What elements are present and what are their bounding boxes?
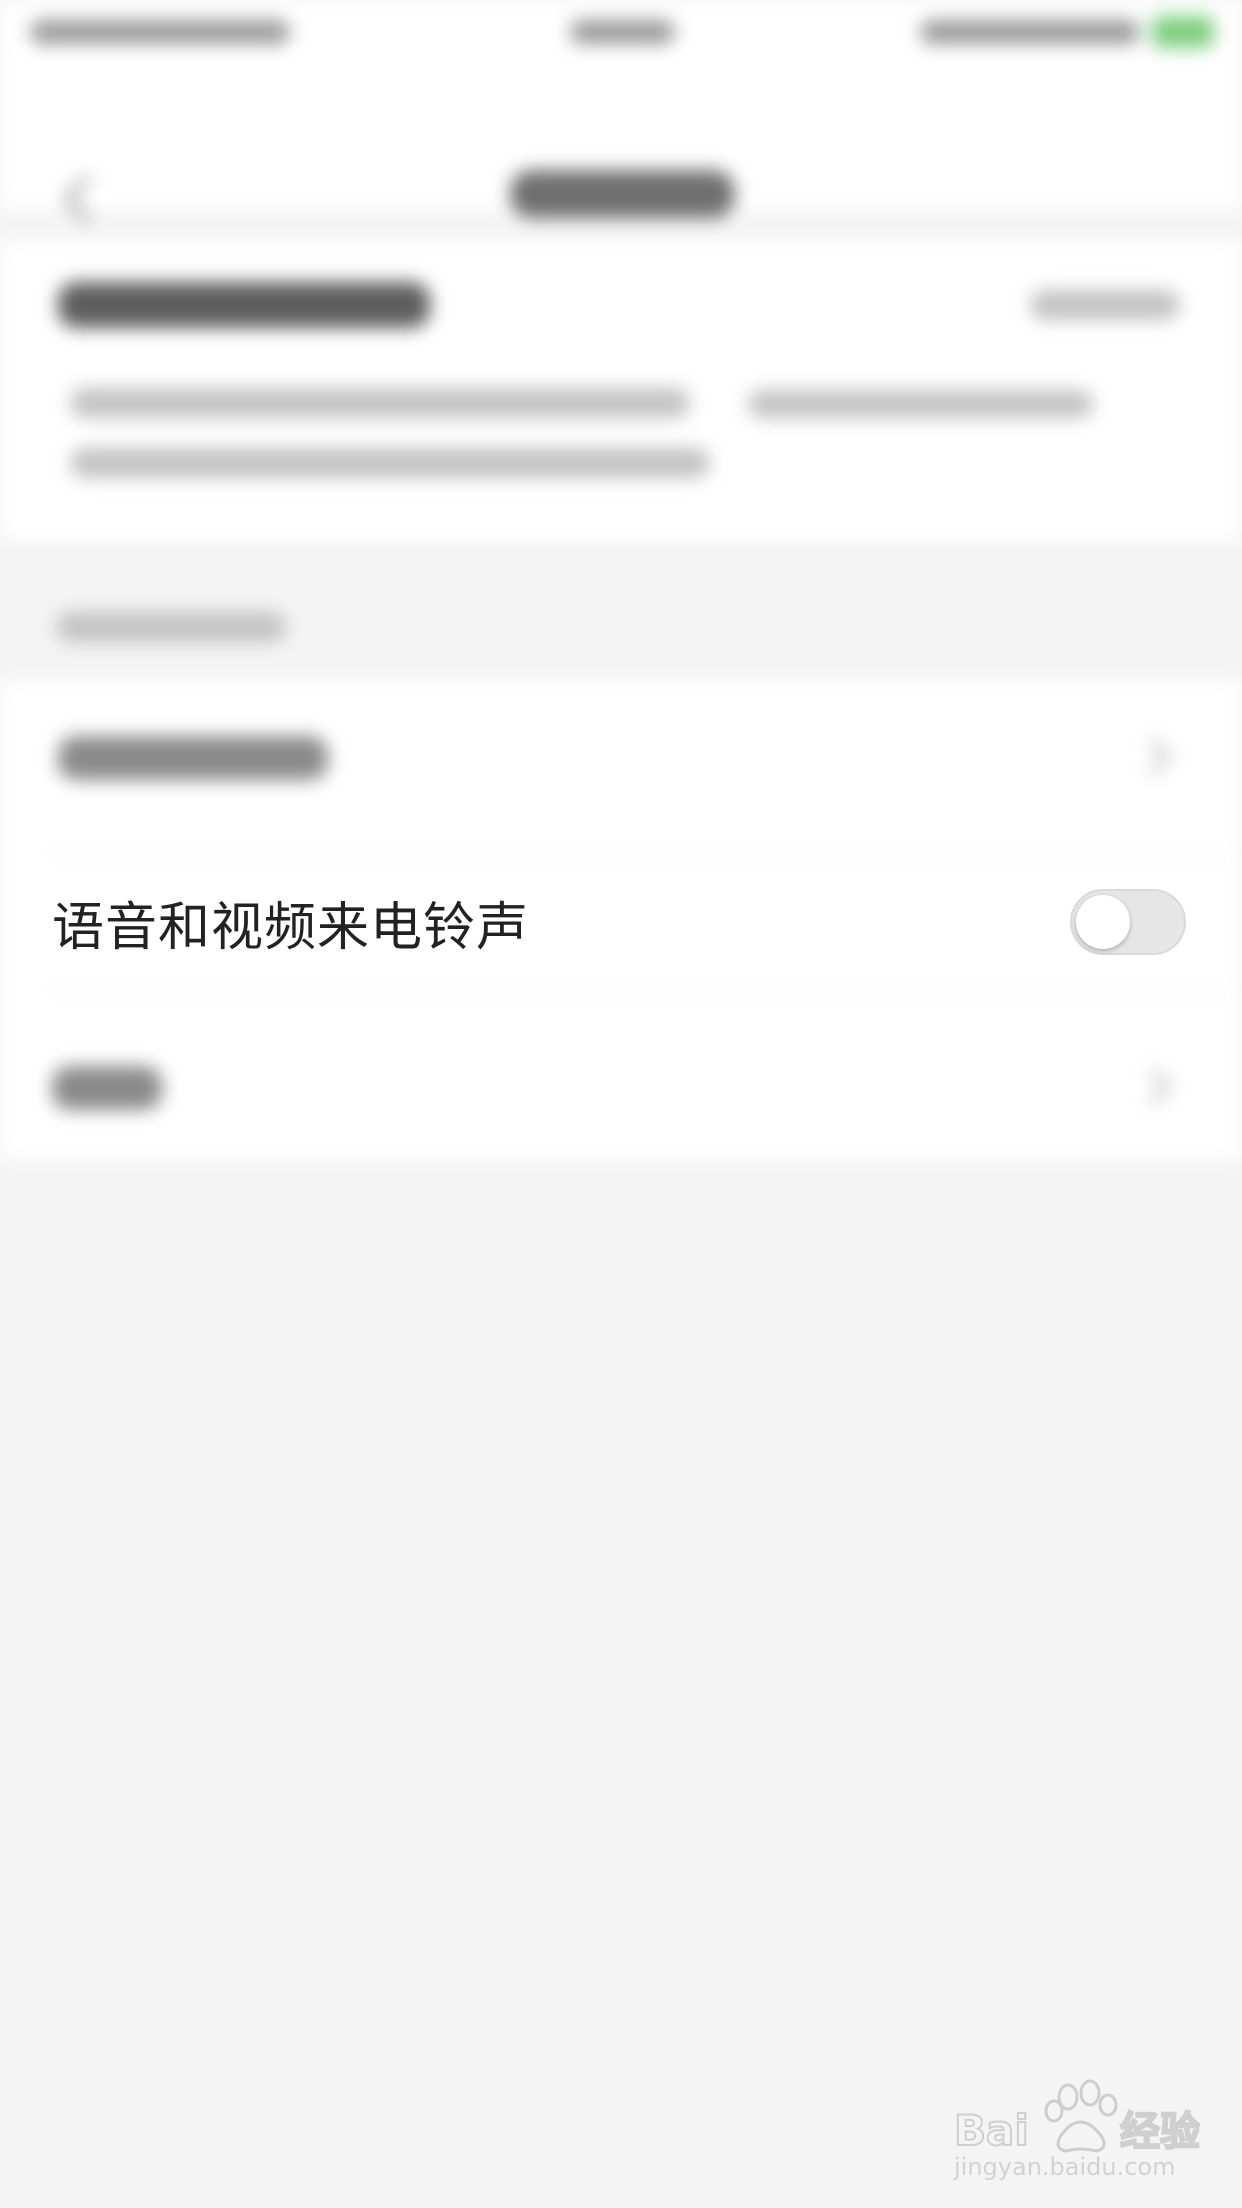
row-3-label	[52, 1066, 162, 1110]
page-title	[510, 170, 735, 218]
call-ringtone-label: 语音和视频来电铃声	[52, 897, 530, 958]
status-icons	[920, 20, 1140, 44]
section-header	[56, 612, 286, 642]
svg-text:Bai: Bai	[954, 2106, 1029, 2155]
chevron-right-icon	[1134, 738, 1172, 776]
screen: 语音和视频来电铃声 Bai 经验 jingyan.baidu.com	[0, 0, 1242, 2208]
card-desc-line-1	[70, 388, 690, 418]
status-bar	[0, 0, 1242, 70]
svg-text:jingyan.baidu.com: jingyan.baidu.com	[953, 2153, 1175, 2181]
svg-text:经验: 经验	[1120, 2109, 1200, 2155]
card-heading	[58, 282, 430, 328]
card-desc-line-1b	[748, 390, 1093, 418]
call-ringtone-row: 语音和视频来电铃声	[0, 856, 1242, 988]
info-card	[0, 240, 1242, 540]
toggle-knob	[1076, 895, 1130, 949]
battery-icon	[1152, 16, 1214, 48]
carrier-signal	[30, 20, 290, 44]
blurred-background	[0, 0, 1242, 2208]
card-desc-line-2	[70, 448, 710, 478]
row-1-label	[58, 736, 328, 780]
chevron-right-icon	[1134, 1068, 1172, 1106]
clock	[570, 20, 675, 44]
back-icon[interactable]	[62, 174, 112, 224]
card-action[interactable]	[1030, 290, 1180, 320]
divider	[50, 988, 1242, 990]
divider	[50, 852, 1242, 854]
call-ringtone-toggle[interactable]	[1070, 889, 1186, 955]
baidu-jingyan-watermark: Bai 经验 jingyan.baidu.com	[953, 2079, 1200, 2181]
nav-bar	[0, 70, 1242, 224]
